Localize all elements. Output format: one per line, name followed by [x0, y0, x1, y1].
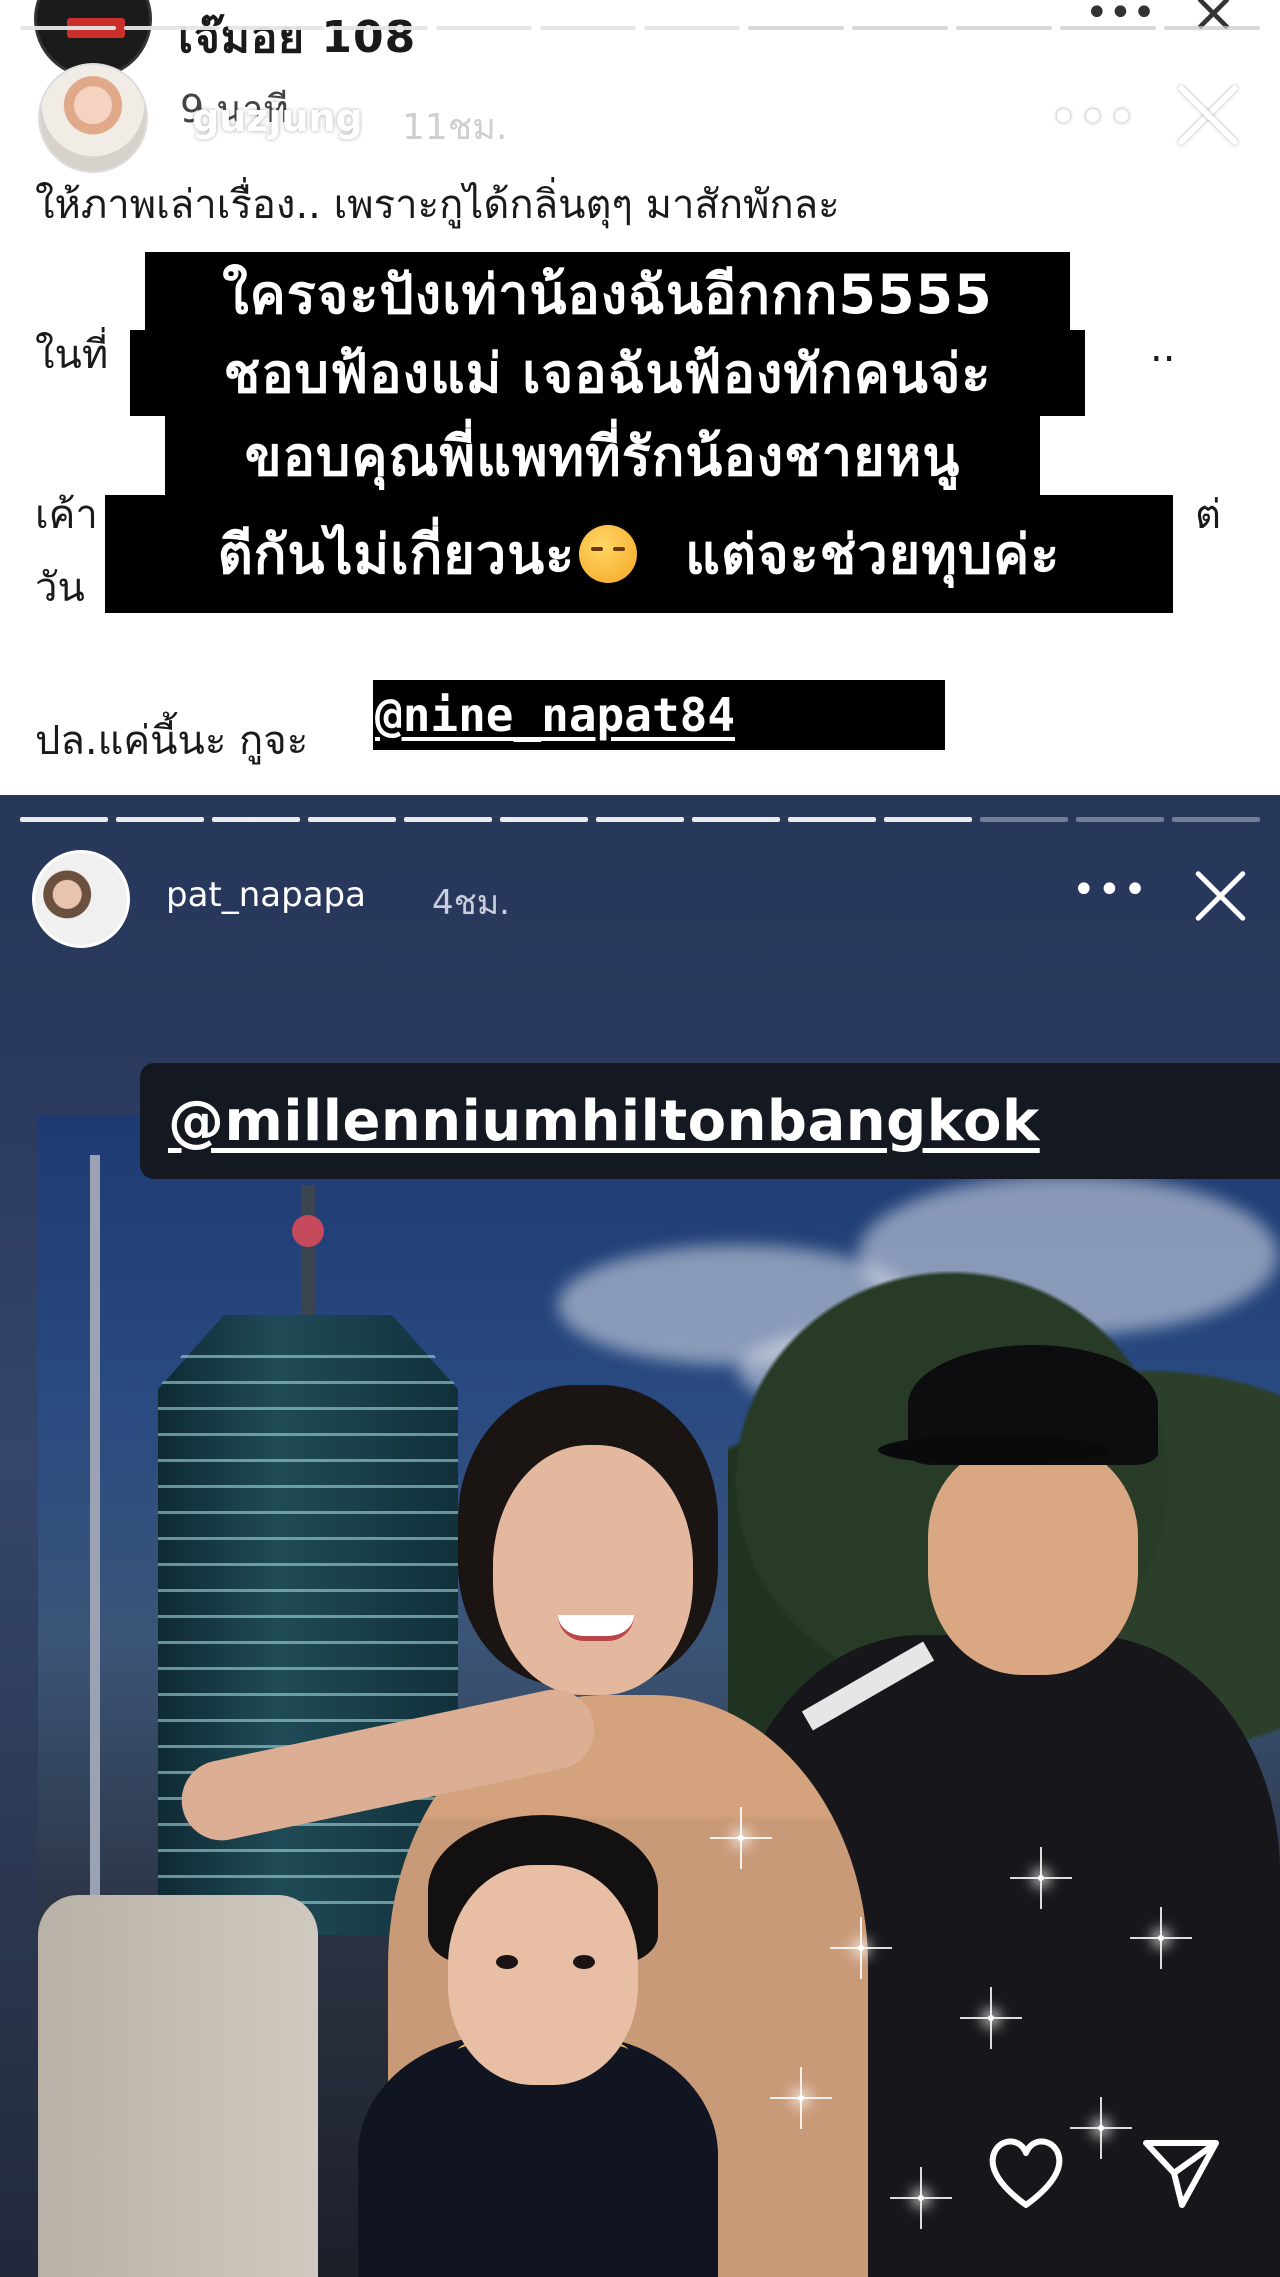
unamused-face-icon: [579, 525, 638, 583]
caption-line-1: ใครจะปังเท่าน้องฉันอีกกก5555: [145, 252, 1070, 336]
sparkle-icon: [918, 2167, 924, 2229]
post-text-line-1: ให้ภาพเล่าเรื่อง.. เพราะกูได้กลิ่นตุๆ มา…: [35, 182, 840, 228]
post-text-line-5: ปล.แค่นี้นะ กูจะ: [35, 718, 309, 764]
post-text-line-4: วัน: [35, 565, 85, 611]
sparkle-icon: [1038, 1847, 1044, 1909]
sparkle-icon: [738, 1807, 744, 1869]
sparkle-icon: [798, 2067, 804, 2129]
caption-line-4: ตีกันไม่เกี่ยวนะ แต่จะช่วยทุบค่ะ: [105, 495, 1173, 613]
story-progress-bar: [20, 26, 1260, 30]
story-username[interactable]: guzjung: [192, 96, 363, 140]
caption-line-3: ขอบคุณพี่แพทที่รักน้องชายหนู: [165, 412, 1040, 500]
background-close-icon: ×: [1190, 0, 1237, 45]
more-options-icon[interactable]: •••: [1050, 90, 1137, 144]
more-options-icon-bottom[interactable]: •••: [1072, 867, 1149, 913]
sparkle-icon: [1098, 2097, 1104, 2159]
close-icon-bottom[interactable]: [1190, 865, 1252, 927]
story-avatar-bottom[interactable]: [32, 850, 130, 948]
mention-text[interactable]: @nine_napat84: [375, 688, 735, 742]
story-username-bottom[interactable]: pat_napapa: [166, 875, 366, 915]
caption-line-2: ชอบฟ้องแม่ เจอฉันฟ้องทักคนจ่ะ: [130, 330, 1085, 416]
bottom-story-screenshot: pat_napapa 4ชม. ••• @millenniumhiltonban…: [0, 795, 1280, 2277]
location-sticker[interactable]: @millenniumhiltonbangkok: [140, 1063, 1280, 1179]
story-header: guzjung 11ชม. •••: [0, 60, 1280, 173]
post-text-fragment: ต่: [1195, 492, 1221, 538]
story-avatar[interactable]: [38, 63, 148, 173]
story-photo: [38, 1115, 1280, 2277]
location-text[interactable]: @millenniumhiltonbangkok: [168, 1089, 1040, 1154]
close-icon[interactable]: [1172, 78, 1246, 152]
sparkle-icon: [1158, 1907, 1164, 1969]
heart-icon[interactable]: [985, 2135, 1067, 2211]
send-icon[interactable]: [1140, 2135, 1222, 2211]
sparkle-icon: [988, 1987, 994, 2049]
post-text-ellipsis: ..: [1150, 325, 1176, 371]
background-more-icon: •••: [1085, 0, 1156, 36]
caption-line-5-text: แต่จะช่วยทุบค่ะ: [685, 523, 1061, 586]
mention-sticker[interactable]: @nine_napat84: [373, 680, 945, 750]
post-text-line-3: เค้า: [35, 492, 98, 538]
post-text-line-2: ในที่: [35, 332, 109, 378]
caption-line-4-text: ตีกันไม่เกี่ยวนะ: [217, 523, 576, 586]
sparkle-icon: [858, 1917, 864, 1979]
top-story-screenshot: เจ๊มอย 108 ••• × 9 นาที guzjung 11ชม. ••…: [0, 0, 1280, 795]
story-time-bottom: 4ชม.: [432, 883, 510, 923]
story-progress-bar-bottom: [20, 817, 1260, 822]
story-time: 11ชม.: [402, 107, 508, 148]
